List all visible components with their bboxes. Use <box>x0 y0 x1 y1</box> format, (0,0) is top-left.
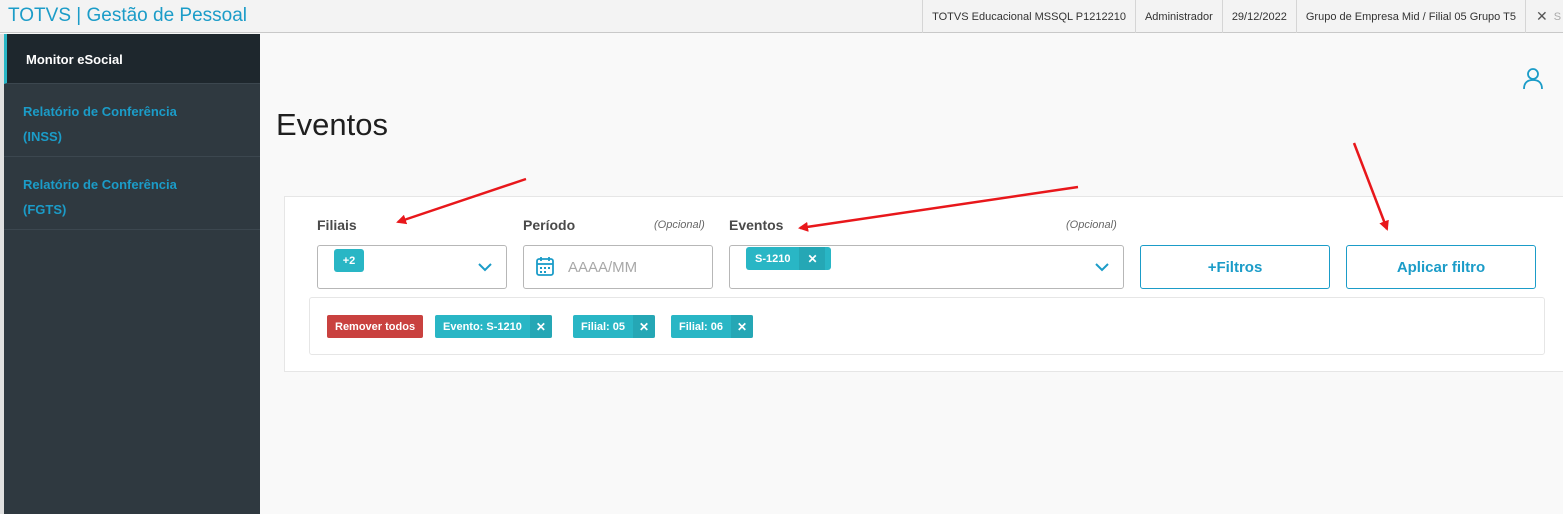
eventos-chip-label: S-1210 <box>755 252 791 265</box>
sidebar-item-sublabel: (INSS) <box>23 129 62 144</box>
company-info[interactable]: Grupo de Empresa Mid / Filial 05 Grupo T… <box>1295 0 1525 33</box>
app-title: TOTVS | Gestão de Pessoal <box>8 5 248 26</box>
sidebar-item-relatorio-fgts[interactable]: Relatório de Conferência (FGTS) <box>4 157 260 230</box>
tag-close-icon[interactable]: ✕ <box>529 315 552 338</box>
filter-tag-filial-06: Filial: 06 ✕ <box>671 315 754 338</box>
chevron-down-icon <box>1095 263 1109 272</box>
sidebar-item-monitor-esocial[interactable]: Monitor eSocial <box>4 34 260 84</box>
periodo-label: Período <box>523 217 576 233</box>
periodo-input[interactable]: AAAA/MM <box>523 245 713 289</box>
active-filters-box: Remover todos Evento: S-1210 ✕ Filial: 0… <box>309 297 1545 355</box>
remove-all-label: Remover todos <box>335 320 416 333</box>
cut-off-text: S <box>1553 10 1562 23</box>
sidebar-item-label: Relatório de Conferência <box>23 177 177 192</box>
calendar-icon[interactable] <box>536 256 554 276</box>
tag-close-icon[interactable]: ✕ <box>633 315 656 338</box>
filter-tag-evento: Evento: S-1210 ✕ <box>435 315 552 338</box>
sidebar-item-label: Monitor eSocial <box>26 52 123 67</box>
user-icon[interactable] <box>1521 66 1545 90</box>
current-date: 29/12/2022 <box>1221 0 1296 33</box>
periodo-optional: (Opcional) <box>654 219 705 231</box>
filiais-count-chip: +2 <box>334 249 364 272</box>
sidebar-item-label: Relatório de Conferência <box>23 104 177 119</box>
top-bar: TOTVS | Gestão de Pessoal TOTVS Educacio… <box>0 0 1563 33</box>
remove-all-button[interactable]: Remover todos <box>327 315 424 338</box>
chip-close-icon[interactable]: ✕ <box>799 247 826 270</box>
periodo-placeholder: AAAA/MM <box>568 259 638 276</box>
eventos-label: Eventos <box>729 217 784 233</box>
eventos-optional: (Opcional) <box>1066 219 1117 231</box>
more-filters-button[interactable]: +Filtros <box>1140 245 1330 289</box>
filter-card: Filiais +2 Período (Opcional) AAAA/MM Ev… <box>284 196 1563 372</box>
filter-tag-filial-05: Filial: 05 ✕ <box>573 315 656 338</box>
sidebar: Monitor eSocial Relatório de Conferência… <box>4 34 260 514</box>
close-button[interactable]: ✕ S <box>1525 0 1563 33</box>
user-name: Administrador <box>1134 0 1222 33</box>
filter-tag-label: Filial: 05 <box>581 320 626 333</box>
system-info: TOTVS Educacional MSSQL P1212210 <box>922 0 1135 33</box>
filiais-select[interactable]: +2 <box>317 245 507 289</box>
eventos-chip: S-1210 ✕ <box>746 247 831 270</box>
eventos-select[interactable]: S-1210 ✕ <box>729 245 1124 289</box>
sidebar-item-sublabel: (FGTS) <box>23 202 67 217</box>
header-info: TOTVS Educacional MSSQL P1212210 Adminis… <box>922 0 1563 33</box>
sidebar-item-relatorio-inss[interactable]: Relatório de Conferência (INSS) <box>4 84 260 157</box>
filter-tag-label: Filial: 06 <box>679 320 724 333</box>
apply-filter-button[interactable]: Aplicar filtro <box>1346 245 1536 289</box>
page-title: Eventos <box>276 107 389 142</box>
filter-tag-label: Evento: S-1210 <box>443 320 522 333</box>
tag-close-icon[interactable]: ✕ <box>731 315 754 338</box>
chevron-down-icon <box>478 263 492 272</box>
filiais-label: Filiais <box>317 217 357 233</box>
close-icon: ✕ <box>1536 8 1548 24</box>
